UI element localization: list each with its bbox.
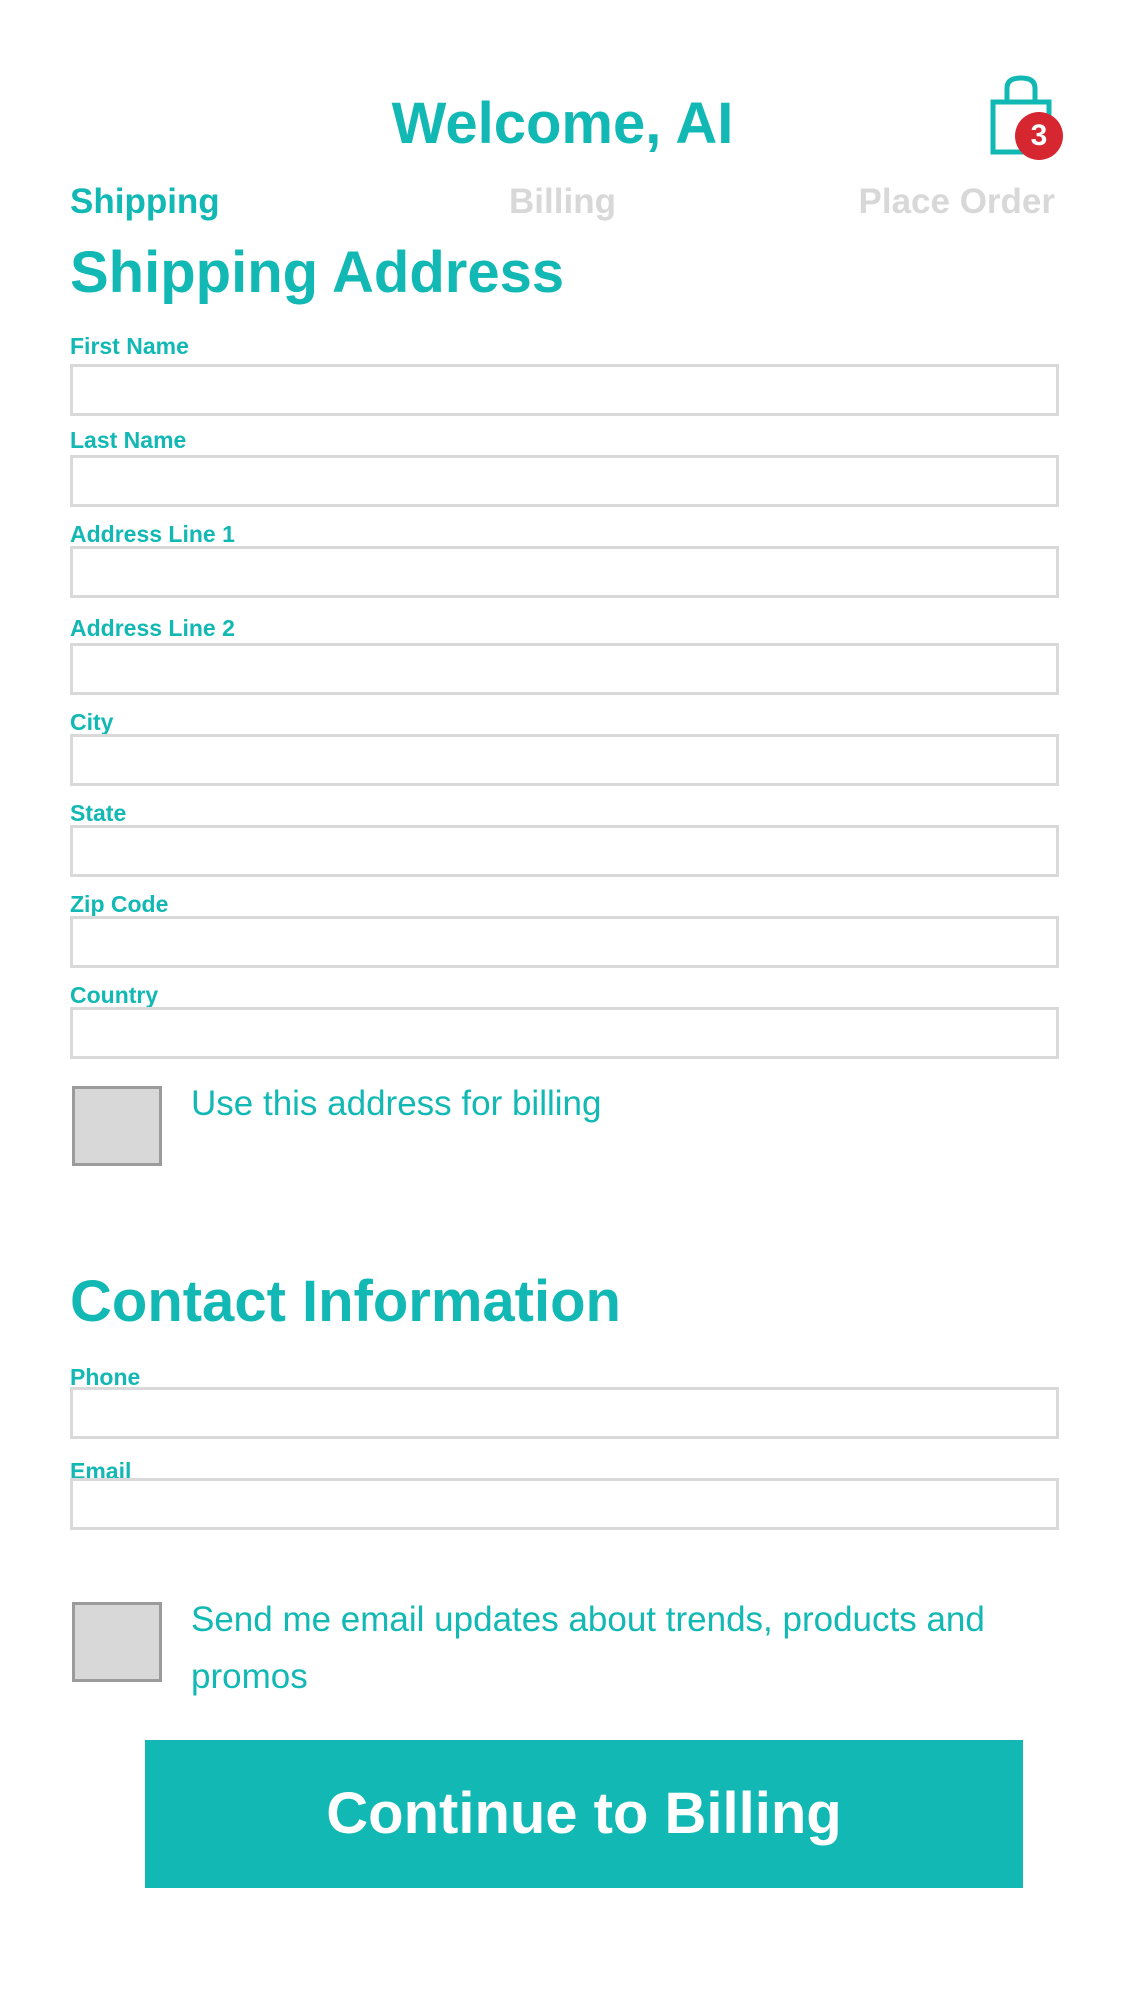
use-for-billing-label[interactable]: Use this address for billing: [191, 1075, 1071, 1132]
first-name-field[interactable]: [70, 364, 1059, 416]
country-label: Country: [70, 982, 159, 1008]
continue-to-billing-button[interactable]: Continue to Billing: [145, 1740, 1023, 1888]
contact-information-heading: Contact Information: [70, 1269, 621, 1334]
state-label: State: [70, 800, 127, 826]
country-field[interactable]: [70, 1007, 1059, 1059]
first-name-label: First Name: [70, 333, 189, 359]
address-line-2-field[interactable]: [70, 643, 1059, 695]
step-place-order[interactable]: Place Order: [859, 180, 1056, 224]
email-updates-checkbox[interactable]: [72, 1602, 162, 1682]
shipping-address-heading: Shipping Address: [70, 240, 565, 305]
email-field[interactable]: [70, 1478, 1059, 1530]
state-field[interactable]: [70, 825, 1059, 877]
page-title: Welcome, AI: [391, 91, 734, 156]
city-field[interactable]: [70, 734, 1059, 786]
last-name-label: Last Name: [70, 427, 187, 453]
phone-field[interactable]: [70, 1387, 1059, 1439]
address-line-2-label: Address Line 2: [70, 615, 235, 641]
address-line-1-label: Address Line 1: [70, 521, 235, 547]
zip-code-field[interactable]: [70, 916, 1059, 968]
address-line-1-field[interactable]: [70, 546, 1059, 598]
cart-button[interactable]: 3: [985, 74, 1063, 164]
cart-count-badge: 3: [1015, 112, 1063, 160]
use-for-billing-checkbox[interactable]: [72, 1086, 162, 1166]
last-name-field[interactable]: [70, 455, 1059, 507]
email-updates-label[interactable]: Send me email updates about trends, prod…: [191, 1591, 1071, 1705]
zip-code-label: Zip Code: [70, 891, 169, 917]
city-label: City: [70, 709, 114, 735]
